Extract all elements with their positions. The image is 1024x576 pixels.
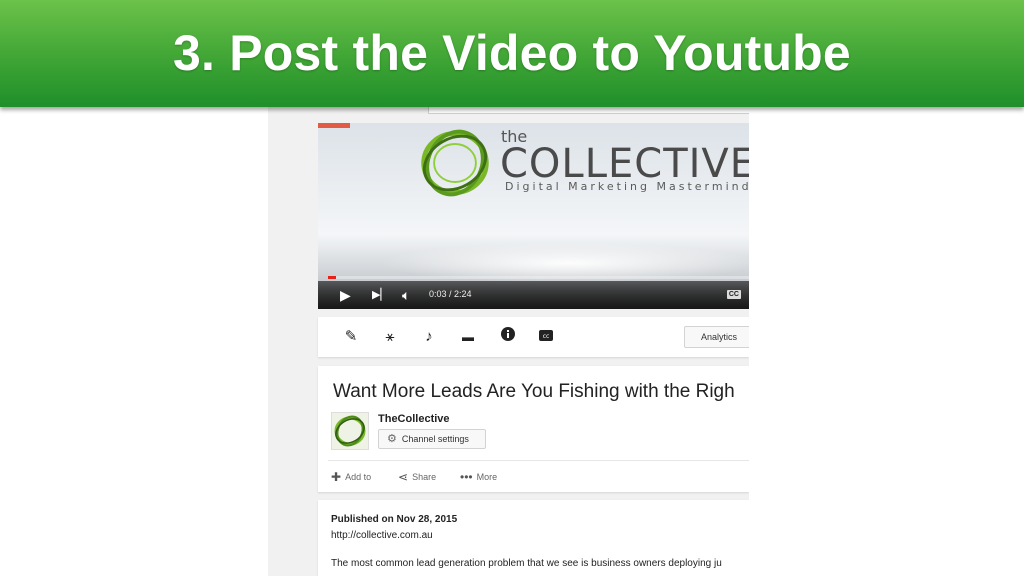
add-to-label: Add to <box>345 472 372 482</box>
share-label: Share <box>412 472 437 482</box>
youtube-logo-fragment <box>318 123 350 128</box>
slide-title: 3. Post the Video to Youtube <box>173 24 851 81</box>
analytics-button[interactable]: Analytics <box>684 326 749 348</box>
collective-logo-icon <box>421 129 489 197</box>
youtube-screenshot: the COLLECTIVE Digital Marketing Masterm… <box>268 100 749 576</box>
video-player[interactable]: the COLLECTIVE Digital Marketing Masterm… <box>318 123 749 309</box>
description-link[interactable]: http://collective.com.au <box>331 530 433 541</box>
more-button[interactable]: ••• More <box>460 470 497 484</box>
video-title: Want More Leads Are You Fishing with the… <box>333 381 735 402</box>
progress-bar-fill <box>328 276 337 279</box>
play-icon[interactable]: ▶ <box>340 285 351 305</box>
logo-tagline: Digital Marketing Mastermind <box>505 180 749 193</box>
cc-icon[interactable]: cc <box>536 327 556 347</box>
svg-text:cc: cc <box>543 333 550 340</box>
gear-icon: ⚙ <box>387 433 397 445</box>
slide-title-banner: 3. Post the Video to Youtube <box>0 0 1024 107</box>
time-display: 0:03 / 2:24 <box>429 289 472 299</box>
channel-settings-label: Channel settings <box>401 434 469 444</box>
plus-icon: ✚ <box>331 470 342 484</box>
more-label: More <box>476 472 498 482</box>
comment-icon[interactable]: ▬ <box>458 327 478 347</box>
info-icon[interactable] <box>498 327 518 347</box>
avatar[interactable] <box>331 412 369 450</box>
next-icon[interactable]: ▶▏ <box>372 285 389 305</box>
share-icon: ⋖ <box>398 470 409 484</box>
add-to-button[interactable]: ✚ Add to <box>331 470 371 484</box>
video-info-card: Want More Leads Are You Fishing with the… <box>318 366 749 492</box>
music-note-icon[interactable]: ♪ <box>419 327 439 347</box>
cc-icon[interactable]: CC <box>726 290 741 299</box>
divider <box>328 460 749 461</box>
video-description: Published on Nov 28, 2015 http://collect… <box>318 500 749 576</box>
player-controls: ▶ ▶▏ 🔈︎ 0:03 / 2:24 CC <box>318 281 749 309</box>
ellipsis-icon: ••• <box>460 470 473 484</box>
description-text: The most common lead generation problem … <box>331 558 722 569</box>
volume-icon[interactable]: 🔈︎ <box>402 285 410 305</box>
publish-date: Published on Nov 28, 2015 <box>331 514 458 525</box>
share-button[interactable]: ⋖ Share <box>398 470 436 484</box>
video-toolbar: ✎ ⚹ ♪ ▬ cc Analytics <box>318 317 749 357</box>
magic-wand-icon[interactable]: ⚹ <box>380 327 400 347</box>
progress-bar[interactable] <box>328 276 749 279</box>
pencil-icon[interactable]: ✎ <box>341 327 361 347</box>
channel-name[interactable]: TheCollective <box>378 413 450 425</box>
channel-settings-button[interactable]: ⚙ Channel settings <box>378 429 486 449</box>
